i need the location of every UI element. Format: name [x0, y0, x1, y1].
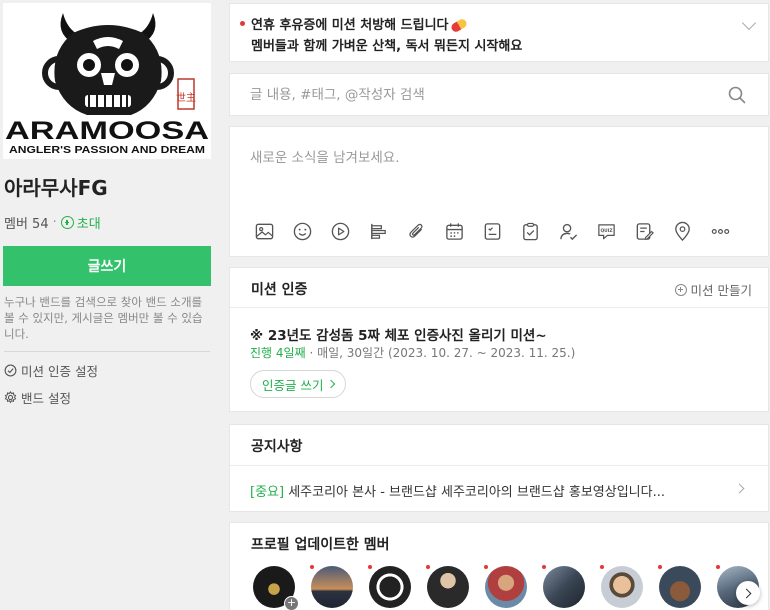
chevron-down-icon[interactable] — [741, 15, 757, 31]
section-divider — [230, 307, 768, 308]
scroll-next-button[interactable] — [736, 581, 760, 605]
mission-section-title: 미션 인증 — [251, 282, 308, 298]
mission-schedule: · 매일, 30일간 (2023. 10. 27. ~ 2023. 11. 25… — [309, 346, 576, 360]
notice-section: 공지사항 [중요] 세주코리아 본사 - 브랜드샵 세주코리아의 브랜드샵 홍보… — [229, 424, 769, 512]
member-avatar[interactable]: + — [253, 566, 299, 610]
plus-circle-icon — [60, 216, 74, 229]
notice-section-title: 공지사항 — [251, 439, 303, 455]
band-setting-label: 밴드 설정 — [21, 391, 71, 406]
gear-icon — [4, 391, 17, 404]
mission-item-title[interactable]: ※ 23년도 감성돔 5짜 체포 인증사진 올리기 미션~ — [250, 324, 547, 344]
quiz-icon[interactable]: QUIZ — [594, 220, 619, 242]
new-indicator-dot — [368, 565, 372, 569]
new-indicator-dot — [600, 565, 604, 569]
section-divider — [230, 465, 768, 466]
todo-icon[interactable] — [480, 220, 505, 242]
sidebar-divider — [4, 351, 210, 352]
member-row: 멤버 54 · 초대 — [4, 213, 101, 232]
mission-promo-banner[interactable]: 연휴 후유증에 미션 처방해 드립니다 멤버들과 함께 가벼운 산책, 독서 뭐… — [229, 3, 769, 62]
compose-box[interactable]: 새로운 소식을 남겨보세요. QUIZ — [229, 126, 769, 257]
new-indicator-dot — [716, 565, 720, 569]
new-indicator-dot — [542, 565, 546, 569]
member-avatar[interactable] — [484, 565, 527, 608]
logo-wordmark: ARAMOOSA — [5, 117, 209, 145]
image-icon[interactable] — [252, 220, 277, 242]
member-avatar[interactable] — [426, 565, 469, 608]
new-indicator-dot — [310, 565, 314, 569]
compose-placeholder[interactable]: 새로운 소식을 남겨보세요. — [250, 146, 400, 166]
member-avatar[interactable] — [310, 565, 353, 608]
calendar-icon[interactable] — [442, 220, 467, 242]
band-cover-logo[interactable]: 世主 ARAMOOSA ANGLER'S PASSION AND DREAM — [3, 3, 211, 159]
create-mission-label: 미션 만들기 — [690, 283, 752, 298]
band-name[interactable]: 아라무사FG — [4, 172, 108, 201]
avatar — [601, 566, 643, 608]
banner-subline: 멤버들과 함께 가벼운 산책, 독서 뭐든지 시작해요 — [251, 39, 523, 54]
new-indicator-dot — [426, 565, 430, 569]
chevron-right-icon[interactable] — [734, 483, 745, 494]
notice-text: 세주코리아 본사 - 브랜드샵 세주코리아의 브랜드샵 홍보영상입니다... — [284, 485, 665, 500]
band-setting-link[interactable]: 밴드 설정 — [4, 388, 71, 407]
mission-setting-link[interactable]: 미션 인증 설정 — [4, 361, 98, 380]
invite-link[interactable]: 초대 — [60, 213, 101, 232]
invite-label: 초대 — [76, 217, 101, 232]
add-profile-badge[interactable]: + — [284, 596, 299, 610]
avatar — [543, 566, 585, 608]
video-icon[interactable] — [328, 220, 353, 242]
checklist-icon[interactable] — [518, 220, 543, 242]
avatar — [485, 566, 527, 608]
band-privacy-description: 누구나 밴드를 검색으로 찾아 밴드 소개를 볼 수 있지만, 게시글은 멤버만… — [4, 295, 203, 341]
band-sidebar: 世主 ARAMOOSA ANGLER'S PASSION AND DREAM 아… — [0, 0, 215, 610]
pill-icon — [449, 17, 468, 34]
post-search-bar — [229, 73, 769, 116]
location-icon[interactable] — [670, 220, 695, 242]
mission-progress: 진행 4일째 — [250, 346, 306, 360]
notice-tag: [중요] — [250, 485, 285, 500]
logo-seal-text: 世主 — [176, 92, 196, 104]
chevron-right-icon — [327, 379, 336, 389]
check-circle-icon — [4, 364, 17, 377]
create-mission-button[interactable]: 미션 만들기 — [674, 280, 752, 299]
avatar — [427, 566, 469, 608]
mission-section: 미션 인증 미션 만들기 ※ 23년도 감성돔 5짜 체포 인증사진 올리기 미… — [229, 267, 769, 412]
member-avatar[interactable] — [542, 565, 585, 608]
member-avatar[interactable] — [368, 565, 411, 608]
aramoosa-logo-image: 世主 ARAMOOSA ANGLER'S PASSION AND DREAM — [5, 13, 209, 156]
search-icon[interactable] — [728, 86, 746, 104]
notice-item[interactable]: [중요] 세주코리아 본사 - 브랜드샵 세주코리아의 브랜드샵 홍보영상입니다… — [250, 481, 730, 500]
plus-circle-icon — [674, 283, 687, 296]
banner-headline: 연휴 후유증에 미션 처방해 드립니다 — [251, 14, 468, 34]
avatar — [369, 566, 411, 608]
poll-icon[interactable] — [366, 220, 391, 242]
member-avatar[interactable] — [600, 565, 643, 608]
emoji-icon[interactable] — [290, 220, 315, 242]
write-certification-label: 인증글 쓰기 — [262, 377, 324, 393]
logo-tagline: ANGLER'S PASSION AND DREAM — [9, 144, 205, 156]
avatar — [659, 566, 701, 608]
memo-icon[interactable] — [632, 220, 657, 242]
more-icon[interactable] — [708, 220, 733, 242]
mention-icon[interactable] — [556, 220, 581, 242]
member-count[interactable]: 멤버 54 — [4, 213, 49, 232]
separator-dot: · — [52, 215, 57, 230]
avatar — [311, 566, 353, 608]
profile-section-title: 프로필 업데이트한 멤버 — [251, 537, 390, 553]
new-indicator-dot — [240, 21, 245, 26]
mission-setting-label: 미션 인증 설정 — [21, 364, 98, 379]
write-post-button[interactable]: 글쓰기 — [3, 246, 211, 286]
new-indicator-dot — [484, 565, 488, 569]
new-indicator-dot — [658, 565, 662, 569]
member-avatar[interactable] — [658, 565, 701, 608]
quiz-icon-text: QUIZ — [600, 228, 612, 234]
compose-toolbar: QUIZ — [252, 220, 733, 242]
attach-icon[interactable] — [404, 220, 429, 242]
mission-item-meta: 진행 4일째 · 매일, 30일간 (2023. 10. 27. ~ 2023.… — [250, 344, 575, 361]
post-search-input[interactable] — [250, 84, 720, 106]
write-certification-button[interactable]: 인증글 쓰기 — [250, 370, 347, 398]
profile-updates-section: 프로필 업데이트한 멤버 + — [229, 522, 769, 610]
member-avatar-list: + — [253, 565, 759, 610]
